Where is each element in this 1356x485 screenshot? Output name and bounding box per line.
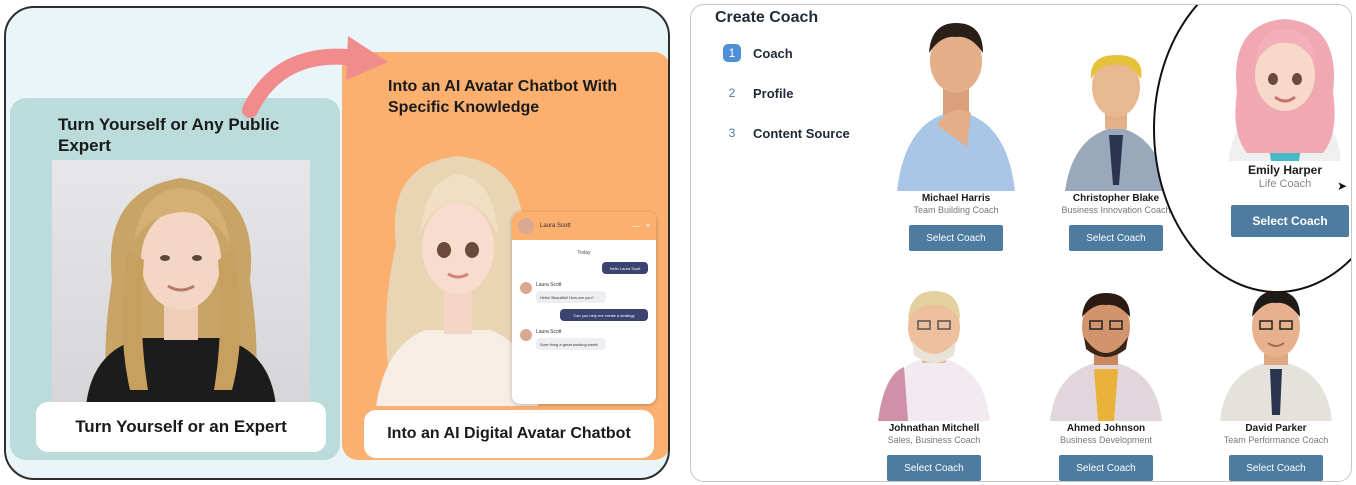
select-coach-button[interactable]: Select Coach [1231,205,1349,237]
chat-avatar [520,329,532,341]
promo-panel: Turn Yourself or Any Public Expert Turn … [4,6,670,480]
coach-avatar [874,285,994,421]
coach-card: David Parker Team Performance Coach Sele… [1191,285,1351,481]
expert-photo [52,160,310,406]
step-number: 3 [728,126,736,140]
chat-sender-name: Laura Scott [536,329,562,335]
step-label: Coach [753,45,793,61]
chat-bubble-in: Hello! Beautiful! How are you? [536,291,606,303]
chat-window: Laura Scott — × Today Hello Laura Scott … [512,212,656,404]
close-icon[interactable]: × [646,223,650,230]
coach-name: Michael Harris [921,193,991,204]
chat-header: Laura Scott — × [512,212,656,242]
step-label: Content Source [753,125,850,141]
step-number: 2 [728,86,736,100]
coach-avatar [891,15,1021,191]
select-coach-button[interactable]: Select Coach [1229,455,1323,481]
coach-role: Sales, Business Coach [887,435,981,445]
expert-card-title: Turn Yourself or Any Public Expert [58,115,280,155]
step-coach[interactable]: 1 Coach [723,43,850,63]
step-label: Profile [753,85,794,101]
coach-name: Emily Harper [1247,163,1323,177]
step-content-source[interactable]: 3 Content Source [723,123,850,143]
coach-role: Life Coach [1258,178,1312,190]
step-number: 1 [723,44,741,62]
coach-role: Team Building Coach [913,205,999,215]
select-coach-button[interactable]: Select Coach [1059,455,1153,481]
avatar-caption: Into an AI Digital Avatar Chatbot [364,410,654,458]
expert-caption: Turn Yourself or an Expert [36,402,326,452]
chat-avatar [518,218,534,234]
coach-card: Ahmed Johnson Business Development Selec… [1021,285,1191,481]
minimize-icon[interactable]: — [633,223,640,230]
chat-message-out: Hello Laura Scott [602,262,648,274]
coach-role: Team Performance Coach [1223,435,1329,445]
chat-contact-name: Laura Scott [540,223,571,229]
cursor-icon: ➤ [1337,179,1348,193]
chat-message-in: Laura Scott Sure thing a great working w… [520,329,656,350]
avatar-card-title: Into an AI Avatar Chatbot With Specific … [388,78,618,116]
coach-role: Business Development [1059,435,1153,445]
coach-name: Ahmed Johnson [1066,423,1146,434]
stepper: 1 Coach 2 Profile 3 Content Source [723,43,850,163]
chat-sender-name: Laura Scott [536,282,562,288]
coach-name: David Parker [1245,423,1307,434]
chat-bubble-in: Sure thing a great working week! [536,338,606,350]
expert-card: Turn Yourself or Any Public Expert Turn … [10,98,340,460]
select-coach-button[interactable]: Select Coach [1069,225,1163,251]
coach-avatar [1215,13,1351,161]
coach-name: Johnathan Mitchell [888,423,980,434]
coach-avatar [1216,285,1336,421]
chat-message-out: Can you help me create a strategy [560,309,648,321]
chat-day-label: Today [577,250,591,256]
coach-card: Johnathan Mitchell Sales, Business Coach… [849,285,1019,481]
page-title: Create Coach [715,9,819,26]
curved-arrow-icon [242,36,388,118]
select-coach-button[interactable]: Select Coach [887,455,981,481]
step-profile[interactable]: 2 Profile [723,83,850,103]
select-coach-button[interactable]: Select Coach [909,225,1003,251]
coach-card: Michael Harris Team Building Coach Selec… [871,15,1041,251]
chat-avatar [520,282,532,294]
coach-avatar [1046,285,1166,421]
create-coach-panel: Create Coach 1 Coach 2 Profile 3 Content… [690,4,1352,482]
chat-message-in: Laura Scott Hello! Beautiful! How are yo… [520,282,656,303]
